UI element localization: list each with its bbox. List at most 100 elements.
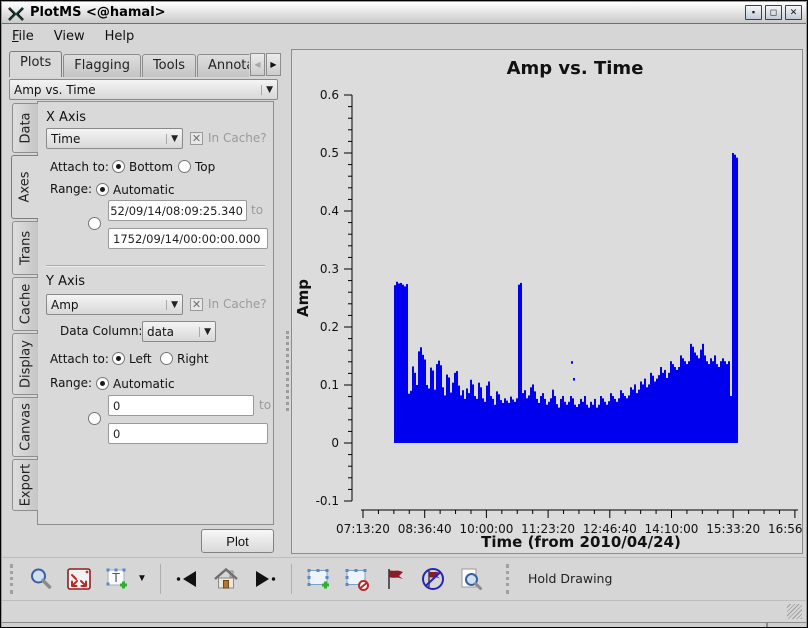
x-range-auto-label: Automatic xyxy=(113,183,175,197)
plot-selector[interactable]: Amp vs. Time ▼ xyxy=(9,79,278,100)
annotate-icon: T xyxy=(104,566,130,592)
svg-text:0.3: 0.3 xyxy=(320,262,339,276)
side-tab-label: Export xyxy=(18,464,33,507)
y-attach-right-label: Right xyxy=(177,352,209,366)
side-tab-label: Display xyxy=(18,340,33,388)
tab-flagging[interactable]: Flagging xyxy=(63,54,141,77)
window-title: PlotMS <@hamal> xyxy=(30,5,745,20)
y-in-cache-checkbox[interactable]: ✕ xyxy=(190,298,203,311)
plot-button[interactable]: Plot xyxy=(201,529,274,553)
side-tab-cache[interactable]: Cache xyxy=(12,277,38,331)
y-attach-left-label: Left xyxy=(129,352,152,366)
svg-text:0.4: 0.4 xyxy=(320,204,339,218)
tab-tools[interactable]: Tools xyxy=(142,54,196,77)
x-attach-top-radio[interactable] xyxy=(178,160,191,173)
panel-splitter[interactable] xyxy=(284,49,291,555)
svg-text:Amp vs. Time: Amp vs. Time xyxy=(507,58,644,79)
tab-scroll-left-button[interactable]: ◀ xyxy=(250,53,265,76)
svg-text:T: T xyxy=(111,571,120,585)
splitter-handle[interactable] xyxy=(286,331,289,411)
x-range-custom-radio[interactable] xyxy=(88,217,101,230)
home-button[interactable] xyxy=(210,563,242,595)
x-in-cache-checkbox[interactable]: ✕ xyxy=(190,132,203,145)
y-range-to-field[interactable]: 0 xyxy=(108,423,268,444)
y-attach-left-radio[interactable] xyxy=(112,352,125,365)
side-tab-canvas[interactable]: Canvas xyxy=(12,397,38,457)
forward-button[interactable] xyxy=(248,563,280,595)
unflag-button[interactable] xyxy=(417,563,449,595)
tab-annotator[interactable]: Annotator xyxy=(197,54,249,77)
y-range-label: Range: xyxy=(50,376,92,390)
annotate-button[interactable]: T xyxy=(101,563,133,595)
x-attach-bottom-label: Bottom xyxy=(129,160,173,174)
y-range-to-word: to xyxy=(259,398,271,412)
menu-help[interactable]: Help xyxy=(95,27,145,46)
stretch-icon xyxy=(66,566,92,592)
bottom-toolbar: T ▼ Hold Drawing xyxy=(2,557,806,599)
titlebar[interactable]: PlotMS <@hamal> ▪ ◻ ✕ xyxy=(2,2,806,24)
y-axis-combo[interactable]: Amp ▼ xyxy=(46,294,183,315)
y-range-from-field[interactable]: 0 xyxy=(108,395,254,416)
x-range-to-field[interactable]: 1752/09/14/00:00:00.000 xyxy=(108,228,268,249)
side-tab-label: Data xyxy=(18,112,33,143)
hold-drawing-label[interactable]: Hold Drawing xyxy=(528,571,612,586)
svg-text:-0.1: -0.1 xyxy=(316,494,339,508)
menu-view[interactable]: View xyxy=(44,27,95,46)
side-tab-display[interactable]: Display xyxy=(12,333,38,395)
clear-region-button[interactable] xyxy=(341,563,373,595)
x-in-cache-label: In Cache? xyxy=(208,131,267,145)
side-tab-axes[interactable]: Axes xyxy=(11,155,38,219)
stretch-button[interactable] xyxy=(63,563,95,595)
annotate-dropdown-button[interactable]: ▼ xyxy=(134,563,150,595)
minimize-button[interactable]: ▪ xyxy=(745,5,762,20)
x-axis-combo-value: Time xyxy=(51,132,162,146)
zoom-button[interactable] xyxy=(25,563,57,595)
x-range-auto-radio[interactable] xyxy=(96,183,109,196)
x-axis-combo[interactable]: Time ▼ xyxy=(46,128,183,149)
tab-plots[interactable]: Plots xyxy=(9,51,62,77)
plot-selector-value: Amp vs. Time xyxy=(14,83,257,97)
flag-button[interactable] xyxy=(379,563,411,595)
x-range-to-word: to xyxy=(251,203,263,217)
y-range-auto-radio[interactable] xyxy=(96,377,109,390)
y-range-custom-radio[interactable] xyxy=(88,412,101,425)
svg-text:14:10:00: 14:10:00 xyxy=(645,522,699,536)
x-range-from-field[interactable]: 1752/09/14/08:09:25.340 xyxy=(108,200,247,221)
close-button[interactable]: ✕ xyxy=(785,5,802,20)
y-attach-right-radio[interactable] xyxy=(160,352,173,365)
side-tab-label: Cache xyxy=(18,284,33,324)
locate-button[interactable] xyxy=(455,563,487,595)
svg-text:Amp: Amp xyxy=(294,279,312,317)
svg-text:11:23:20: 11:23:20 xyxy=(521,522,575,536)
x-attach-label: Attach to: xyxy=(50,160,109,174)
side-tab-data[interactable]: Data xyxy=(12,103,38,153)
side-tab-trans[interactable]: Trans xyxy=(12,221,38,275)
data-column-combo[interactable]: data ▼ xyxy=(142,321,216,342)
mark-region-button[interactable] xyxy=(303,563,335,595)
tab-scroll-right-button[interactable]: ▶ xyxy=(266,53,281,76)
back-button[interactable] xyxy=(172,563,204,595)
svg-text:08:36:40: 08:36:40 xyxy=(398,522,452,536)
amp-vs-time-chart[interactable]: Amp vs. TimeTime (from 2010/04/24)Amp0.6… xyxy=(292,50,802,553)
x-range-label: Range: xyxy=(50,182,92,196)
main-tabbar: PlotsFlaggingToolsAnnotator xyxy=(9,51,249,77)
data-column-label: Data Column: xyxy=(60,324,142,338)
x-attach-top-label: Top xyxy=(195,160,215,174)
menubar: FileViewHelp xyxy=(2,25,806,48)
chevron-down-icon: ▼ xyxy=(166,300,178,310)
x-range-from-value: 1752/09/14/08:09:25.340 xyxy=(108,204,243,218)
x-attach-bottom-radio[interactable] xyxy=(112,160,125,173)
svg-text:15:33:20: 15:33:20 xyxy=(706,522,760,536)
toolbar-drag-handle[interactable] xyxy=(506,564,512,594)
app-icon xyxy=(8,6,24,20)
chevron-down-icon: ▼ xyxy=(261,85,273,95)
resize-grip[interactable] xyxy=(787,604,802,619)
menu-file[interactable]: File xyxy=(2,27,44,46)
plot-canvas-panel[interactable]: Amp vs. TimeTime (from 2010/04/24)Amp0.6… xyxy=(291,49,803,554)
zoom-icon xyxy=(28,566,54,592)
y-in-cache-label: In Cache? xyxy=(208,297,267,311)
maximize-button[interactable]: ◻ xyxy=(765,5,782,20)
section-divider xyxy=(46,265,265,266)
side-tab-export[interactable]: Export xyxy=(12,459,38,511)
toolbar-drag-handle[interactable] xyxy=(10,564,16,594)
